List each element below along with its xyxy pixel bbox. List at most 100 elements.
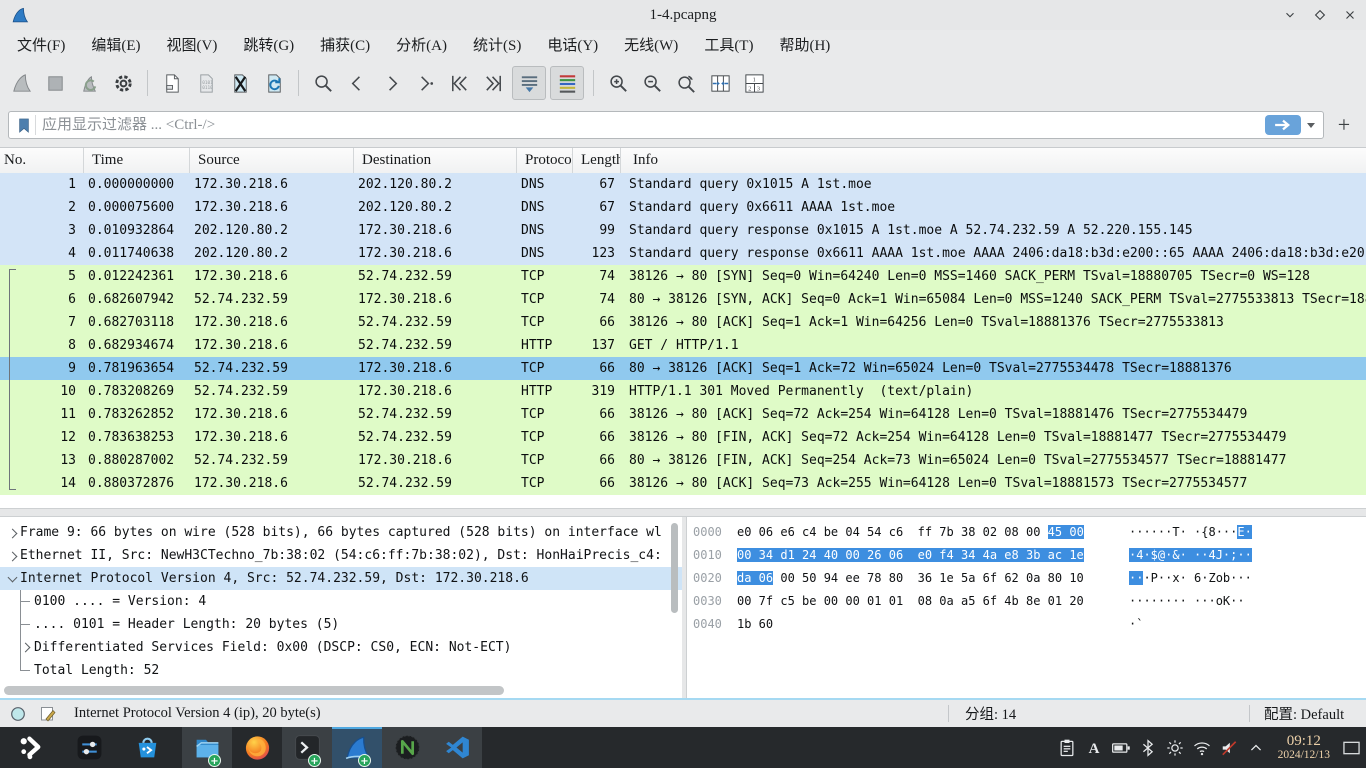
taskbar-app-launcher[interactable] bbox=[6, 727, 56, 768]
column-header-no[interactable]: No. bbox=[0, 148, 84, 174]
close-button[interactable] bbox=[1342, 7, 1358, 23]
layout-packets-button[interactable]: 123 bbox=[739, 68, 769, 98]
column-header-time[interactable]: Time bbox=[84, 148, 190, 174]
detail-line[interactable]: Differentiated Services Field: 0x00 (DSC… bbox=[0, 636, 682, 659]
taskbar-vscode[interactable] bbox=[432, 727, 482, 768]
packet-row-10[interactable]: 100.78320826952.74.232.59172.30.218.6HTT… bbox=[0, 380, 1366, 403]
detail-horizontal-scrollbar[interactable] bbox=[4, 686, 504, 695]
menu-捕获(C)[interactable]: 捕获(C) bbox=[307, 32, 383, 57]
auto-scroll-button[interactable] bbox=[512, 66, 546, 100]
zoom-reset-button[interactable] bbox=[671, 68, 701, 98]
display-filter-input[interactable] bbox=[36, 117, 1265, 134]
expander-closed-icon[interactable] bbox=[19, 640, 33, 654]
open-file-button[interactable] bbox=[157, 68, 187, 98]
hex-row[interactable]: 00401b 60·` bbox=[693, 613, 1366, 636]
status-profile[interactable]: 配置: Default bbox=[1250, 703, 1366, 724]
menu-帮助(H)[interactable]: 帮助(H) bbox=[766, 32, 843, 57]
battery-icon[interactable] bbox=[1108, 727, 1135, 768]
add-filter-button[interactable]: + bbox=[1330, 112, 1358, 138]
brightness-icon[interactable] bbox=[1162, 727, 1189, 768]
taskbar-discover[interactable] bbox=[122, 727, 172, 768]
menu-编辑(E)[interactable]: 编辑(E) bbox=[78, 32, 153, 57]
go-to-packet-button[interactable] bbox=[410, 68, 440, 98]
show-desktop-button[interactable] bbox=[1340, 727, 1362, 768]
detail-line[interactable]: Frame 9: 66 bytes on wire (528 bits), 66… bbox=[0, 521, 682, 544]
zoom-in-button[interactable] bbox=[603, 68, 633, 98]
hex-row[interactable]: 0000e0 06 e6 c4 be 04 54 c6 ff 7b 38 02 … bbox=[693, 521, 1366, 544]
hex-row[interactable]: 003000 7f c5 be 00 00 01 01 08 0a a5 6f … bbox=[693, 590, 1366, 613]
save-file-button[interactable]: 01010110 bbox=[191, 68, 221, 98]
pane-splitter[interactable] bbox=[0, 508, 1366, 517]
packet-row-6[interactable]: 60.68260794252.74.232.59172.30.218.6TCP7… bbox=[0, 288, 1366, 311]
expander-open-icon[interactable] bbox=[6, 572, 20, 586]
packet-row-9[interactable]: 90.78196365452.74.232.59172.30.218.6TCP6… bbox=[0, 357, 1366, 380]
go-forward-button[interactable] bbox=[376, 68, 406, 98]
column-header-destination[interactable]: Destination bbox=[354, 148, 517, 174]
packet-row-7[interactable]: 70.682703118172.30.218.652.74.232.59TCP6… bbox=[0, 311, 1366, 334]
keyboard-layout-icon[interactable]: A bbox=[1081, 727, 1108, 768]
menu-统计(S)[interactable]: 统计(S) bbox=[460, 32, 534, 57]
filter-bookmark-icon[interactable] bbox=[13, 115, 36, 135]
column-header-length[interactable]: Length bbox=[573, 148, 621, 174]
packet-row-8[interactable]: 80.682934674172.30.218.652.74.232.59HTTP… bbox=[0, 334, 1366, 357]
detail-line[interactable]: Internet Protocol Version 4, Src: 52.74.… bbox=[0, 567, 682, 590]
stop-capture-button[interactable] bbox=[40, 68, 70, 98]
wifi-icon[interactable] bbox=[1189, 727, 1216, 768]
expander-closed-icon[interactable] bbox=[6, 526, 20, 540]
detail-vertical-scrollbar[interactable] bbox=[671, 523, 678, 613]
reload-file-button[interactable] bbox=[259, 68, 289, 98]
menu-无线(W)[interactable]: 无线(W) bbox=[611, 32, 691, 57]
expand-tray-icon[interactable] bbox=[1243, 727, 1270, 768]
detail-line[interactable]: Ethernet II, Src: NewH3CTechno_7b:38:02 … bbox=[0, 544, 682, 567]
colorize-button[interactable] bbox=[550, 66, 584, 100]
zoom-out-button[interactable] bbox=[637, 68, 667, 98]
column-header-protocol[interactable]: Protocol bbox=[517, 148, 573, 174]
resize-columns-button[interactable] bbox=[705, 68, 735, 98]
menu-电话(Y)[interactable]: 电话(Y) bbox=[534, 32, 611, 57]
close-file-button[interactable] bbox=[225, 68, 255, 98]
maximize-button[interactable] bbox=[1312, 7, 1328, 23]
filter-history-caret[interactable] bbox=[1307, 123, 1315, 128]
taskbar-firefox[interactable] bbox=[232, 727, 282, 768]
clock[interactable]: 09:12 2024/12/13 bbox=[1278, 733, 1330, 763]
restart-capture-button[interactable] bbox=[74, 68, 104, 98]
packet-row-4[interactable]: 40.011740638202.120.80.2172.30.218.6DNS1… bbox=[0, 242, 1366, 265]
taskbar-system-settings[interactable] bbox=[64, 727, 114, 768]
taskbar-neovim[interactable] bbox=[382, 727, 432, 768]
detail-line[interactable]: .... 0101 = Header Length: 20 bytes (5) bbox=[0, 613, 682, 636]
start-capture-button[interactable] bbox=[6, 68, 36, 98]
packet-row-1[interactable]: 10.000000000172.30.218.6202.120.80.2DNS6… bbox=[0, 173, 1366, 196]
packet-row-14[interactable]: 140.880372876172.30.218.652.74.232.59TCP… bbox=[0, 472, 1366, 495]
detail-line[interactable]: 0100 .... = Version: 4 bbox=[0, 590, 682, 613]
packet-row-3[interactable]: 30.010932864202.120.80.2172.30.218.6DNS9… bbox=[0, 219, 1366, 242]
taskbar-file-manager[interactable]: + bbox=[182, 727, 232, 768]
go-first-button[interactable] bbox=[444, 68, 474, 98]
detail-line[interactable]: Total Length: 52 bbox=[0, 659, 682, 682]
menu-分析(A)[interactable]: 分析(A) bbox=[383, 32, 460, 57]
expert-info-button[interactable] bbox=[6, 704, 30, 724]
packet-row-12[interactable]: 120.783638253172.30.218.652.74.232.59TCP… bbox=[0, 426, 1366, 449]
bluetooth-icon[interactable] bbox=[1135, 727, 1162, 768]
find-packet-button[interactable] bbox=[308, 68, 338, 98]
go-last-button[interactable] bbox=[478, 68, 508, 98]
capture-options-button[interactable] bbox=[108, 68, 138, 98]
taskbar-terminal[interactable]: + bbox=[282, 727, 332, 768]
column-header-source[interactable]: Source bbox=[190, 148, 354, 174]
hex-row[interactable]: 0020da 06 00 50 94 ee 78 80 36 1e 5a 6f … bbox=[693, 567, 1366, 590]
taskbar-wireshark[interactable]: + bbox=[332, 727, 382, 768]
clipboard-icon[interactable] bbox=[1054, 727, 1081, 768]
column-header-info[interactable]: Info bbox=[621, 148, 1366, 174]
minimize-button[interactable] bbox=[1282, 7, 1298, 23]
packet-row-13[interactable]: 130.88028700252.74.232.59172.30.218.6TCP… bbox=[0, 449, 1366, 472]
menu-文件(F)[interactable]: 文件(F) bbox=[4, 32, 78, 57]
volume-muted-icon[interactable] bbox=[1216, 727, 1243, 768]
capture-comment-button[interactable] bbox=[36, 704, 60, 724]
expander-closed-icon[interactable] bbox=[6, 549, 20, 563]
hex-row[interactable]: 001000 34 d1 24 40 00 26 06 e0 f4 34 4a … bbox=[693, 544, 1366, 567]
menu-视图(V)[interactable]: 视图(V) bbox=[154, 32, 231, 57]
menu-跳转(G)[interactable]: 跳转(G) bbox=[230, 32, 307, 57]
apply-filter-button[interactable] bbox=[1265, 115, 1301, 135]
menu-工具(T)[interactable]: 工具(T) bbox=[691, 32, 766, 57]
go-back-button[interactable] bbox=[342, 68, 372, 98]
packet-row-5[interactable]: 50.012242361172.30.218.652.74.232.59TCP7… bbox=[0, 265, 1366, 288]
